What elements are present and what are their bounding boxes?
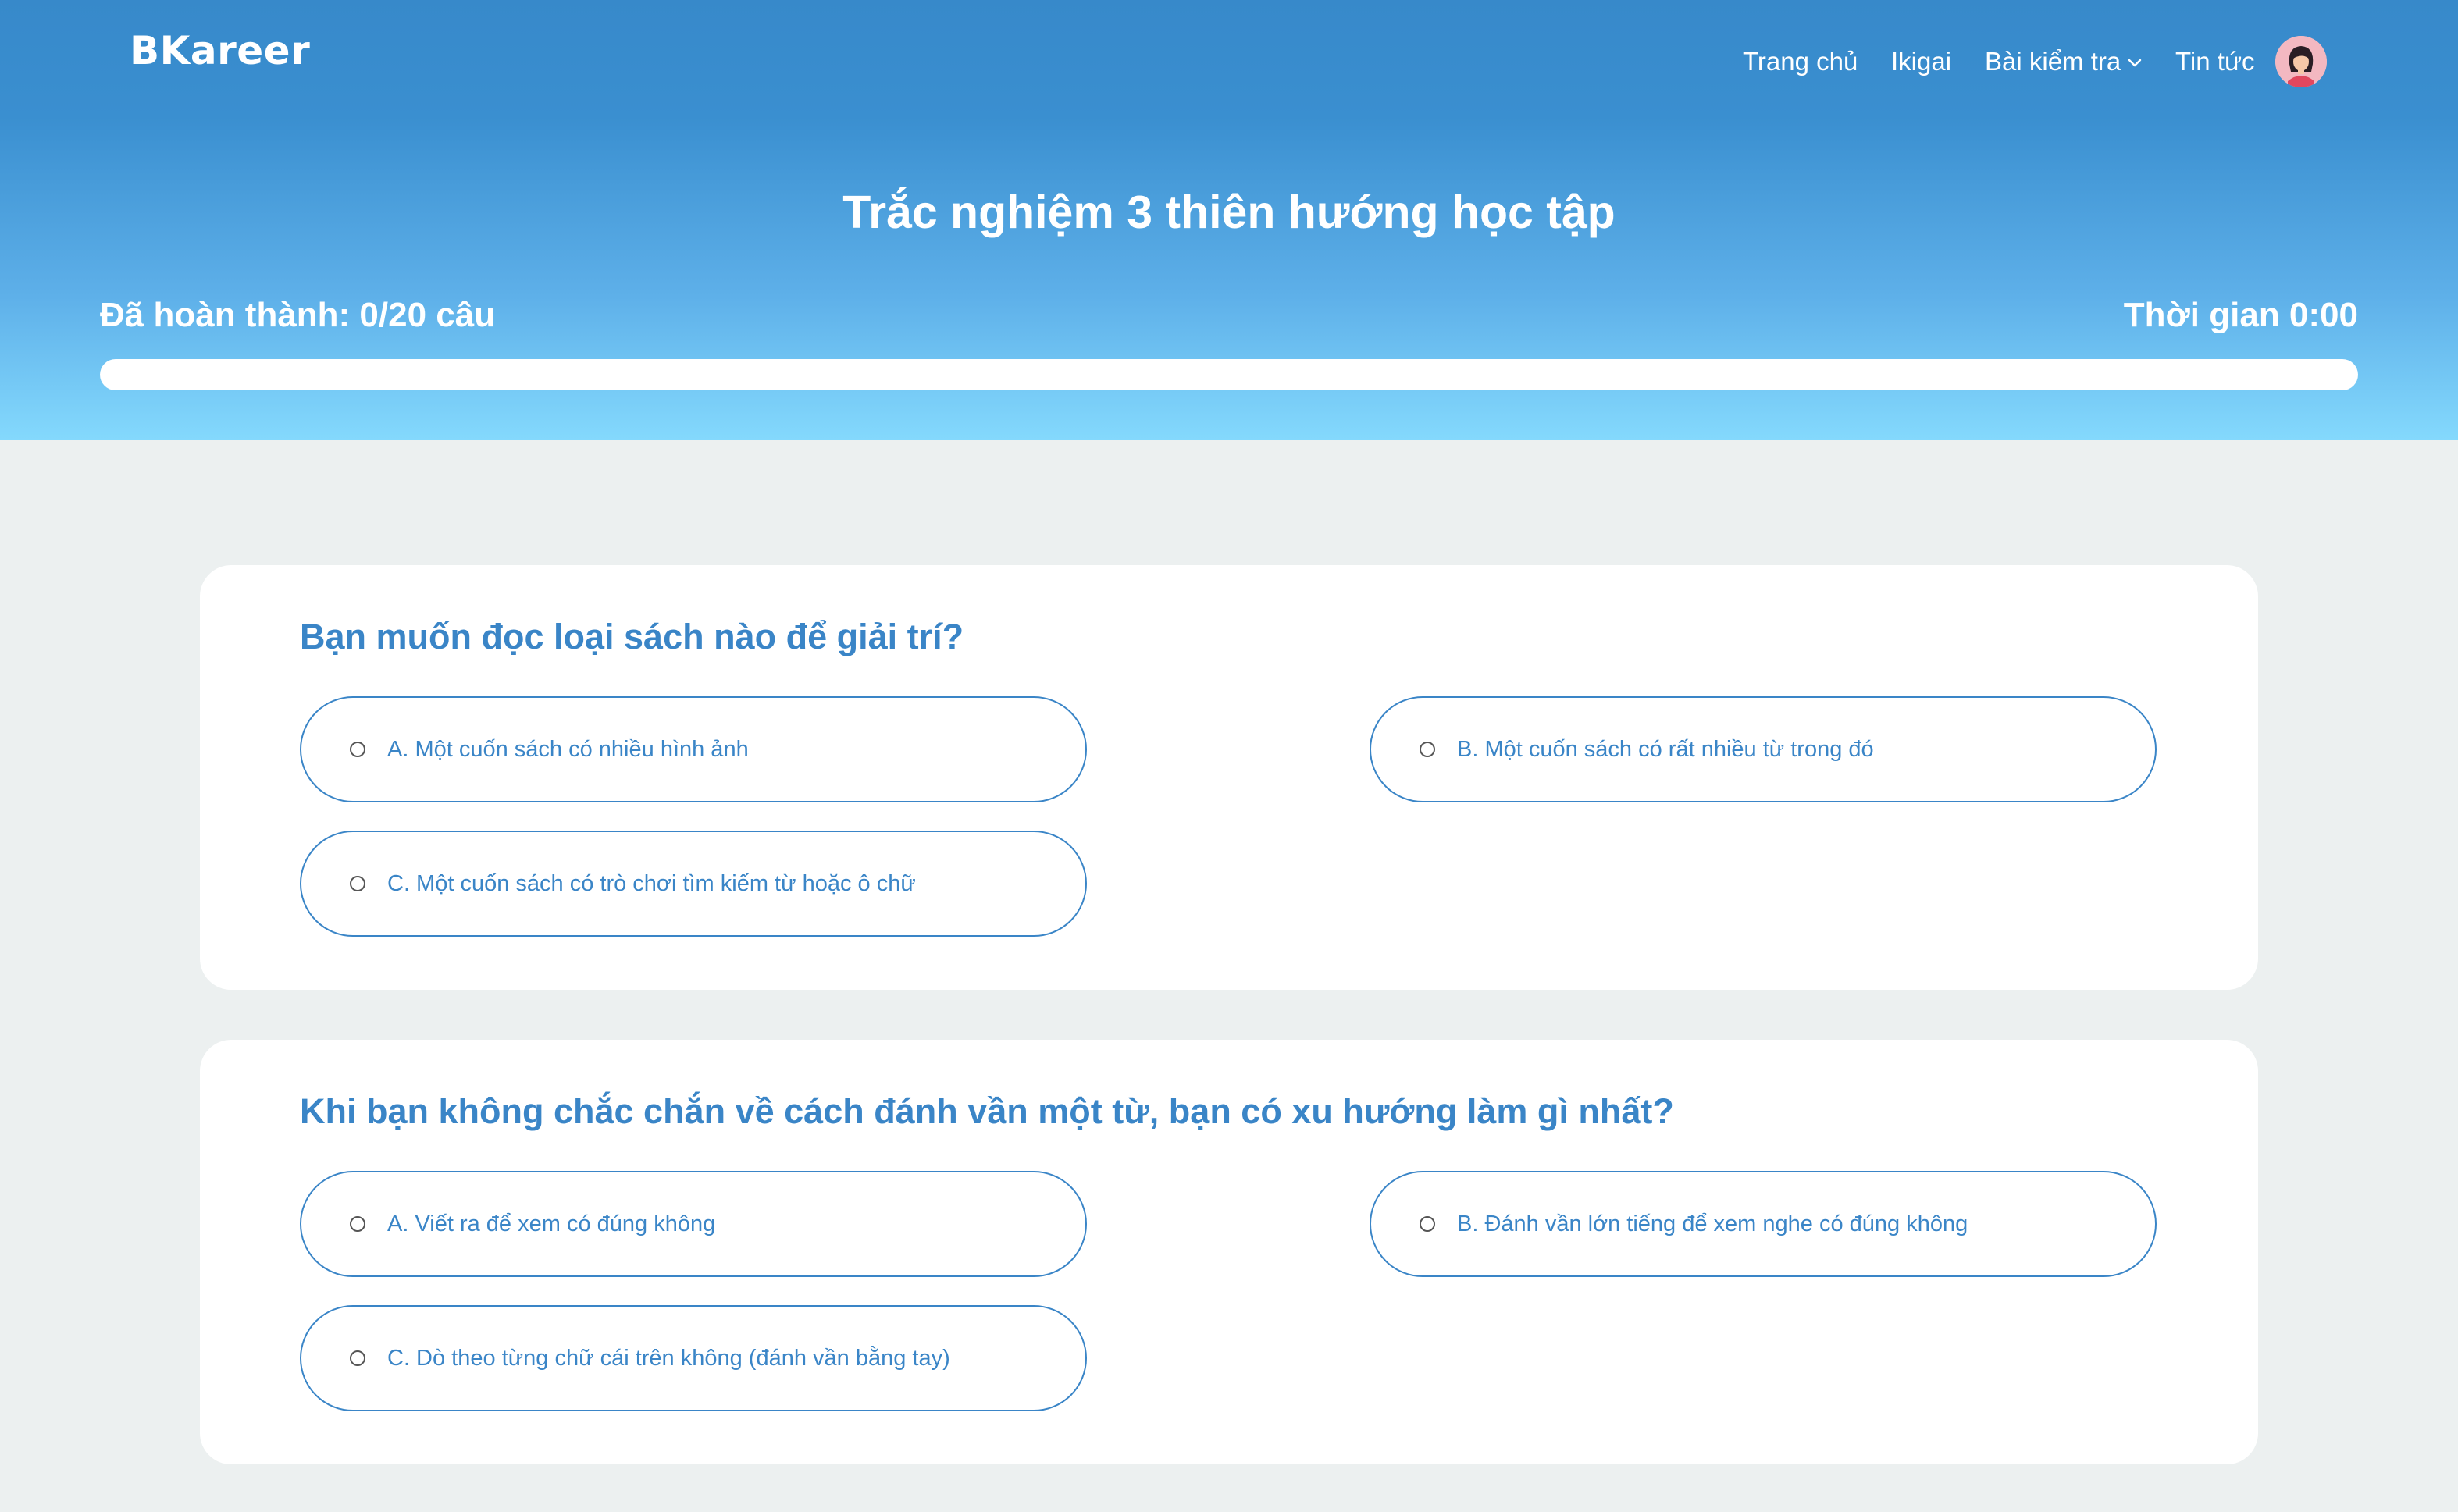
radio-unchecked-icon[interactable] — [350, 742, 365, 757]
radio-unchecked-icon[interactable] — [1420, 1216, 1435, 1232]
page-title: Trắc nghiệm 3 thiên hướng học tập — [842, 187, 1616, 238]
answer-option-label: C. Dò theo từng chữ cái trên không (đánh… — [387, 1346, 950, 1371]
answer-option-label: A. Một cuốn sách có nhiều hình ảnh — [387, 737, 749, 762]
nav-dropdown-tests[interactable]: Bài kiểm tra — [1985, 42, 2143, 81]
question-text: Khi bạn không chắc chắn về cách đánh vần… — [300, 1091, 1674, 1131]
answer-option-a[interactable]: A. Viết ra để xem có đúng không — [300, 1171, 1087, 1277]
nav-link-news[interactable]: Tin tức — [2175, 42, 2255, 81]
radio-unchecked-icon[interactable] — [1420, 742, 1435, 757]
timer-label: Thời gian 0:00 — [2123, 296, 2358, 334]
nav-link-home[interactable]: Trang chủ — [1743, 42, 1858, 81]
radio-unchecked-icon[interactable] — [350, 1216, 365, 1232]
answer-option-b[interactable]: B. Một cuốn sách có rất nhiều từ trong đ… — [1370, 696, 2157, 802]
nav-link-ikigai[interactable]: Ikigai — [1891, 42, 1951, 81]
answer-option-label: A. Viết ra để xem có đúng không — [387, 1211, 716, 1236]
answer-option-label: B. Đánh vần lớn tiếng để xem nghe có đún… — [1457, 1211, 1968, 1236]
brand-logo[interactable]: BKareer — [130, 28, 310, 73]
question-card: Bạn muốn đọc loại sách nào để giải trí? … — [200, 565, 2258, 990]
nav-dropdown-tests-label: Bài kiểm tra — [1985, 47, 2121, 76]
question-card: Khi bạn không chắc chắn về cách đánh vần… — [200, 1040, 2258, 1464]
header-banner: BKareer Trang chủ Ikigai Bài kiểm tra Ti… — [0, 0, 2458, 440]
answer-option-label: C. Một cuốn sách có trò chơi tìm kiếm từ… — [387, 871, 916, 896]
chevron-down-icon — [2128, 59, 2142, 67]
answer-option-c[interactable]: C. Một cuốn sách có trò chơi tìm kiếm từ… — [300, 831, 1087, 937]
answer-option-b[interactable]: B. Đánh vần lớn tiếng để xem nghe có đún… — [1370, 1171, 2157, 1277]
answer-option-a[interactable]: A. Một cuốn sách có nhiều hình ảnh — [300, 696, 1087, 802]
radio-unchecked-icon[interactable] — [350, 876, 365, 891]
radio-unchecked-icon[interactable] — [350, 1350, 365, 1366]
progress-label: Đã hoàn thành: 0/20 câu — [100, 296, 496, 334]
progress-bar — [100, 359, 2358, 390]
answer-option-label: B. Một cuốn sách có rất nhiều từ trong đ… — [1457, 737, 1874, 762]
user-avatar-icon[interactable] — [2275, 36, 2327, 87]
answer-option-c[interactable]: C. Dò theo từng chữ cái trên không (đánh… — [300, 1305, 1087, 1411]
question-text: Bạn muốn đọc loại sách nào để giải trí? — [300, 617, 964, 656]
